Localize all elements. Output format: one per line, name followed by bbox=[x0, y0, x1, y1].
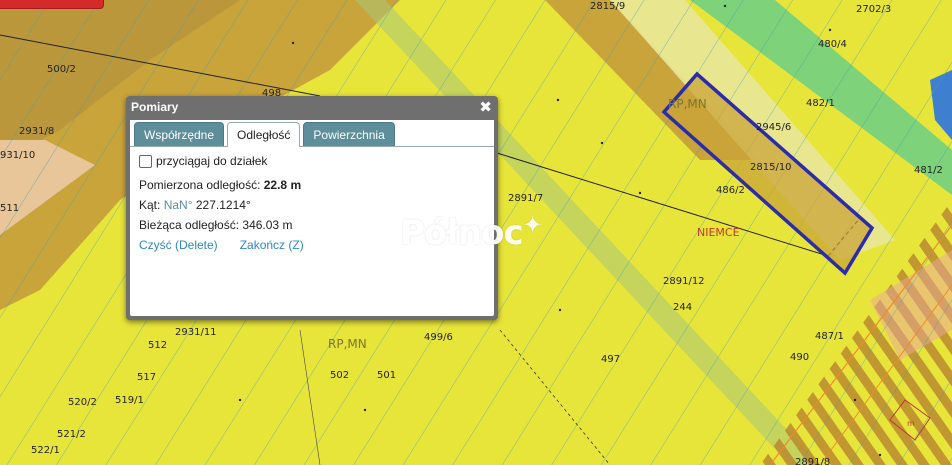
close-icon[interactable]: ✖ bbox=[479, 99, 492, 115]
watermark-logo: Północ✦ bbox=[400, 211, 543, 253]
current-distance-value: 346.03 m bbox=[242, 218, 293, 232]
parcel-label: 497 bbox=[601, 354, 620, 365]
parcel-label: 2891/7 bbox=[508, 193, 543, 204]
parcel-label: 499/6 bbox=[424, 332, 453, 343]
tab-area[interactable]: Powierzchnia bbox=[303, 122, 395, 146]
measured-distance-row: Pomierzona odległość: 22.8 m bbox=[139, 178, 485, 192]
parcel-label: 2945/6 bbox=[756, 122, 791, 133]
parcel-label: 931/10 bbox=[0, 150, 35, 161]
parcel-label: 500/2 bbox=[47, 64, 76, 75]
toolbar-button-fragment[interactable] bbox=[0, 0, 104, 9]
parcel-label: 486/2 bbox=[716, 185, 745, 196]
measured-distance-value: 22.8 m bbox=[263, 178, 302, 192]
measure-popup: Pomiary ✖ Współrzędne Odległość Powierzc… bbox=[126, 96, 498, 320]
watermark-text: Północ bbox=[400, 213, 524, 253]
parcel-label: 481/2 bbox=[914, 165, 943, 176]
snap-label: przyciągaj do działek bbox=[156, 154, 268, 168]
parcel-label: 520/2 bbox=[68, 397, 97, 408]
parcel-label: 482/1 bbox=[806, 98, 835, 109]
parcel-label: 521/2 bbox=[57, 429, 86, 440]
current-distance-label: Bieżąca odległość: bbox=[139, 218, 240, 232]
zone-label: RP,MN bbox=[668, 97, 707, 111]
town-label: NIEMCE bbox=[697, 226, 740, 239]
tab-bar: Współrzędne Odległość Powierzchnia bbox=[130, 120, 494, 147]
parcel-label: 2815/9 bbox=[590, 1, 625, 12]
sparkle-icon: ✦ bbox=[522, 211, 543, 239]
parcel-label: 490 bbox=[790, 352, 809, 363]
parcel-label: 517 bbox=[137, 372, 156, 383]
finish-link[interactable]: Zakończ (Z) bbox=[240, 238, 304, 252]
tab-distance[interactable]: Odległość bbox=[227, 122, 301, 147]
parcel-label: 511 bbox=[0, 203, 19, 214]
parcel-label: 2891/8 bbox=[795, 457, 830, 465]
angle-value: 227.1214° bbox=[195, 198, 251, 212]
parcel-label: 2931/8 bbox=[19, 126, 54, 137]
tab-coordinates[interactable]: Współrzędne bbox=[134, 122, 225, 146]
snap-option[interactable]: przyciągaj do działek bbox=[139, 154, 485, 168]
parcel-label: 512 bbox=[148, 340, 167, 351]
parcel-label: 2891/12 bbox=[663, 276, 705, 287]
popup-title: Pomiary bbox=[131, 100, 179, 114]
zone-label: RP,MN bbox=[328, 337, 367, 351]
parcel-label: 2815/10 bbox=[750, 162, 792, 173]
parcel-label: 501 bbox=[377, 370, 396, 381]
parcel-label: 2931/11 bbox=[175, 327, 217, 338]
measured-distance-label: Pomierzona odległość: bbox=[139, 178, 261, 192]
snap-checkbox[interactable] bbox=[139, 154, 152, 168]
parcel-label: 487/1 bbox=[815, 331, 844, 342]
parcel-label: 522/1 bbox=[31, 445, 60, 456]
angle-nan: NaN° bbox=[163, 198, 193, 212]
parcel-label: 244 bbox=[673, 302, 692, 313]
parcel-label: 480/4 bbox=[818, 39, 847, 50]
angle-label: Kąt: bbox=[139, 198, 161, 212]
parcel-label: 519/1 bbox=[115, 395, 144, 406]
popup-header[interactable]: Pomiary ✖ bbox=[126, 96, 498, 118]
small-marker-label: m bbox=[907, 419, 915, 428]
parcel-label: 502 bbox=[330, 370, 349, 381]
parcel-label: 2702/3 bbox=[856, 4, 891, 15]
clear-link[interactable]: Czyść (Delete) bbox=[139, 238, 218, 252]
angle-row: Kąt: NaN° 227.1214° bbox=[139, 198, 485, 212]
